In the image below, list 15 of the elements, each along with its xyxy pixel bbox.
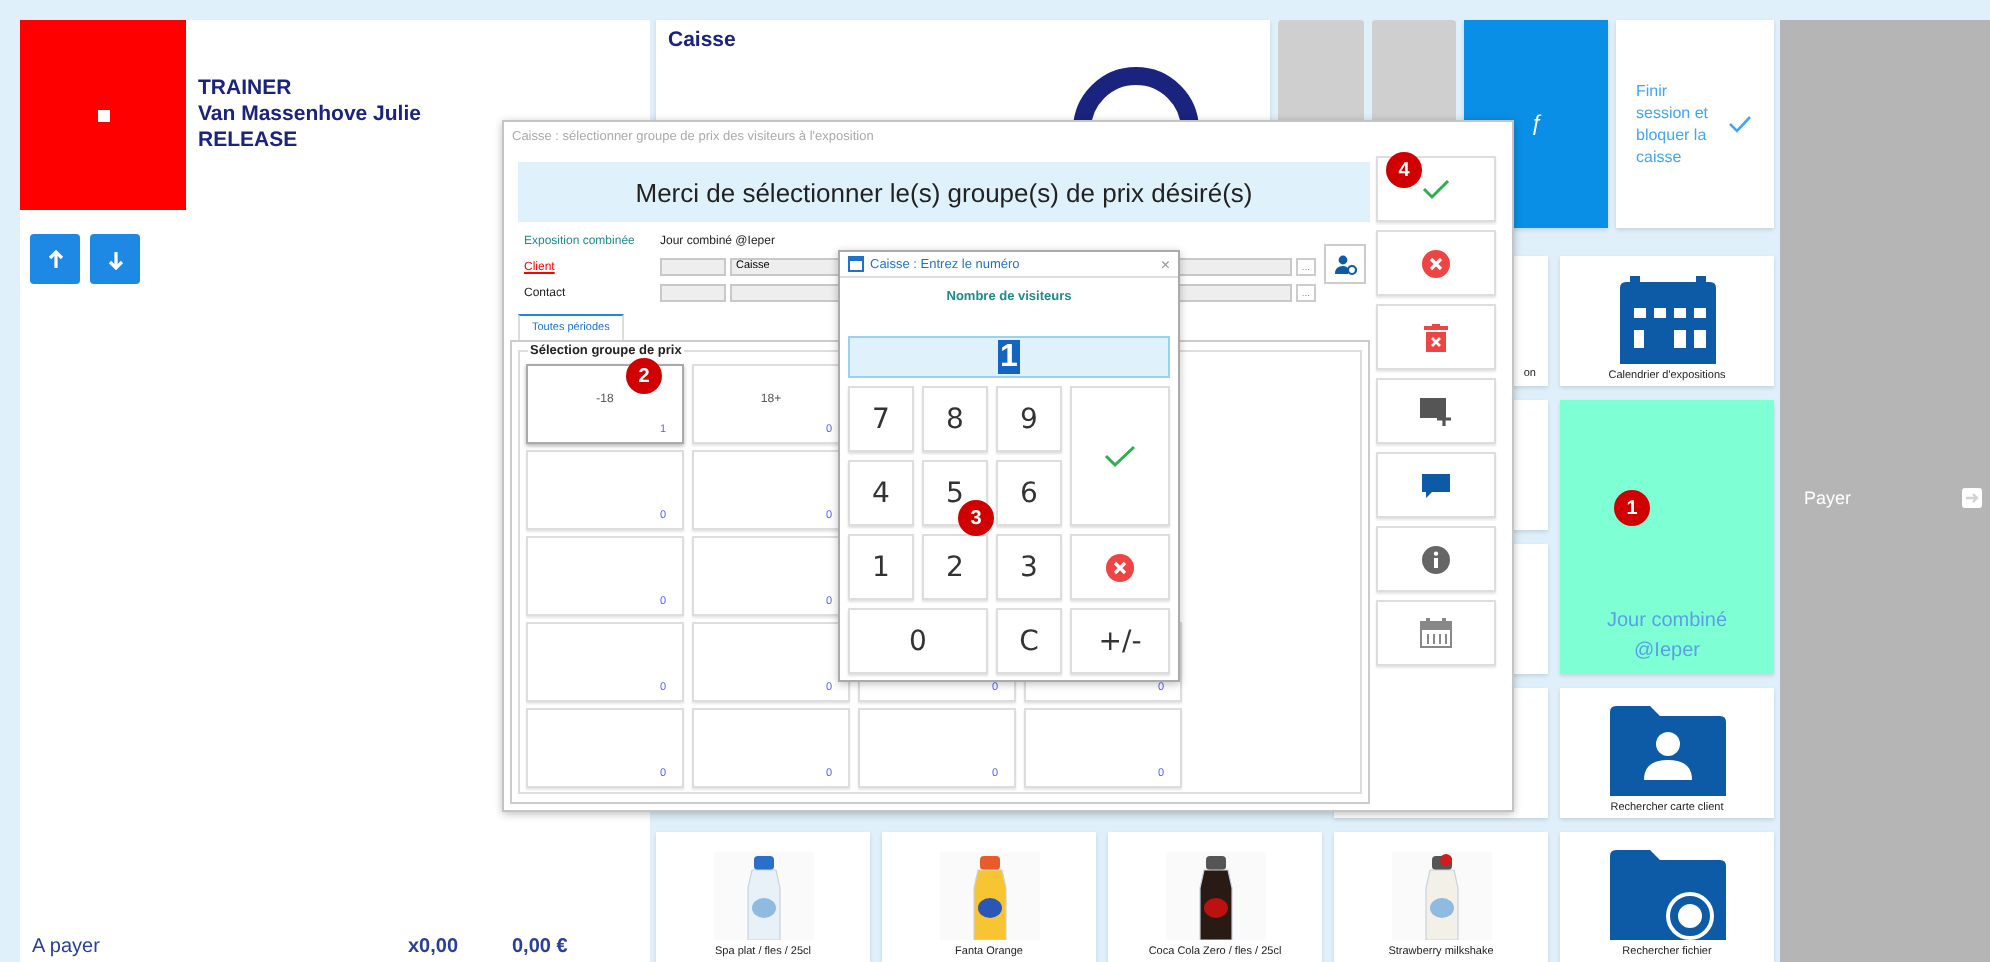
step-badge: 3 <box>958 500 994 536</box>
total-amount: 0,00 € <box>512 936 568 958</box>
step-badge: 1 <box>1614 490 1650 526</box>
build-label: RELEASE <box>198 128 300 154</box>
tile-label: Jour combiné @Ieper <box>1604 608 1730 666</box>
user-name: Van Massenhove Julie <box>198 102 421 128</box>
tile-title: Caisse <box>668 28 736 52</box>
pay-label: Payer <box>1804 488 1852 508</box>
total-quantity: x0,00 <box>408 936 461 958</box>
dialog-prompt: Merci de sélectionner le(s) groupe(s) de prix désiré(s) <box>518 162 1370 222</box>
user-role: TRAINER <box>198 76 294 102</box>
tile-label: Finir session et bloquer la caisse <box>1636 80 1711 168</box>
total-label: A payer <box>32 936 102 958</box>
step-badge: 2 <box>626 358 662 394</box>
step-badge: 4 <box>1386 152 1422 188</box>
